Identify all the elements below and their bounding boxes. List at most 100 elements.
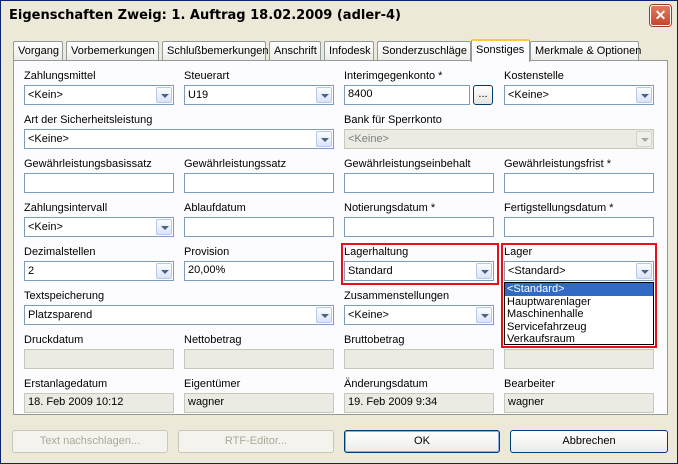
fertigstellungsdatum-label: Fertigstellungsdatum * bbox=[504, 202, 614, 214]
art-sicherheitsleistung-select[interactable]: <Keine> bbox=[24, 129, 334, 149]
zusammenstellungen-label: Zusammenstellungen bbox=[344, 290, 450, 302]
lager-option-maschinenhalle[interactable]: Maschinenhalle bbox=[505, 308, 653, 321]
interimgegenkonto-label: Interimgegenkonto * bbox=[344, 70, 443, 82]
rtf-editor-button: RTF-Editor... bbox=[178, 430, 334, 453]
art-sicherheitsleistung-value: <Keine> bbox=[28, 133, 69, 145]
lager-dropdown-list[interactable]: <Standard> Hauptwarenlager Maschinenhall… bbox=[504, 282, 654, 345]
chevron-down-icon[interactable] bbox=[156, 219, 172, 235]
kostenstelle-select[interactable]: <Keine> bbox=[504, 85, 654, 105]
textspeicherung-label: Textspeicherung bbox=[24, 290, 105, 302]
gewaehrleistungssatz-input[interactable] bbox=[184, 173, 334, 193]
bearbeiter-input: wagner bbox=[504, 393, 654, 413]
lager-label: Lager bbox=[504, 246, 533, 258]
bruttobetrag-input bbox=[344, 349, 494, 369]
aenderungsdatum-input: 19. Feb 2009 9:34 bbox=[344, 393, 494, 413]
tab-vorbemerkungen[interactable]: Vorbemerkungen bbox=[66, 41, 159, 61]
chevron-down-icon[interactable] bbox=[636, 263, 652, 279]
kostenstelle-label: Kostenstelle bbox=[504, 70, 564, 82]
gewaehrleistungseinbehalt-input[interactable] bbox=[344, 173, 494, 193]
dezimalstellen-value: 2 bbox=[28, 265, 35, 277]
text-nachschlagen-button: Text nachschlagen... bbox=[12, 430, 168, 453]
ok-button[interactable]: OK bbox=[344, 430, 500, 453]
abbrechen-button[interactable]: Abbrechen bbox=[510, 430, 668, 453]
ablaufdatum-label: Ablaufdatum bbox=[184, 202, 246, 214]
chevron-down-icon[interactable] bbox=[156, 263, 172, 279]
bank-sperrkonto-value: <Keine> bbox=[348, 133, 389, 145]
fertigstellungsdatum-input[interactable] bbox=[504, 217, 654, 237]
erstanlagedatum-input: 18. Feb 2009 10:12 bbox=[24, 393, 174, 413]
zahlungsmittel-value: <Kein> bbox=[28, 89, 63, 101]
gewaehrleistungssatz-label: Gewährleistungssatz bbox=[184, 158, 287, 170]
chevron-down-icon[interactable] bbox=[476, 307, 492, 323]
gewaehrleistungsbasissatz-label: Gewährleistungsbasissatz bbox=[24, 158, 152, 170]
gewaehrleistungsbasissatz-input[interactable] bbox=[24, 173, 174, 193]
kostenstelle-value: <Keine> bbox=[508, 89, 549, 101]
bank-sperrkonto-label: Bank für Sperrkonto bbox=[344, 114, 442, 126]
lager-extra-disabled-field bbox=[504, 349, 654, 369]
eigentuemer-label: Eigentümer bbox=[184, 378, 241, 390]
notierungsdatum-label: Notierungsdatum * bbox=[344, 202, 436, 214]
tab-merkmale-optionen[interactable]: Merkmale & Optionen bbox=[530, 41, 641, 61]
nettobetrag-label: Nettobetrag bbox=[184, 334, 242, 346]
art-sicherheitsleistung-label: Art der Sicherheitsleistung bbox=[24, 114, 153, 126]
gewaehrleistungseinbehalt-label: Gewährleistungseinbehalt bbox=[344, 158, 471, 170]
bank-sperrkonto-select: <Keine> bbox=[344, 129, 654, 149]
chevron-down-icon[interactable] bbox=[636, 87, 652, 103]
bearbeiter-label: Bearbeiter bbox=[504, 378, 555, 390]
properties-dialog: Eigenschaften Zweig: 1. Auftrag 18.02.20… bbox=[0, 0, 678, 464]
lager-value: <Standard> bbox=[508, 265, 566, 277]
lagerhaltung-label: Lagerhaltung bbox=[344, 246, 409, 258]
lager-option-hauptwarenlager[interactable]: Hauptwarenlager bbox=[505, 296, 653, 309]
lagerhaltung-select[interactable]: Standard bbox=[344, 261, 494, 281]
steuerart-label: Steuerart bbox=[184, 70, 230, 82]
bruttobetrag-label: Bruttobetrag bbox=[344, 334, 405, 346]
zahlungsintervall-label: Zahlungsintervall bbox=[24, 202, 108, 214]
tab-sonderzuschlaege[interactable]: Sonderzuschläge bbox=[377, 41, 471, 61]
chevron-down-icon bbox=[636, 131, 652, 147]
title-bar[interactable]: Eigenschaften Zweig: 1. Auftrag 18.02.20… bbox=[1, 1, 677, 31]
tab-anschrift[interactable]: Anschrift bbox=[269, 41, 321, 61]
chevron-down-icon[interactable] bbox=[316, 87, 332, 103]
druckdatum-input bbox=[24, 349, 174, 369]
gewaehrleistungsfrist-input[interactable] bbox=[504, 173, 654, 193]
tab-schlussbemerkungen[interactable]: Schlußbemerkungen bbox=[162, 41, 269, 61]
zahlungsmittel-select[interactable]: <Kein> bbox=[24, 85, 174, 105]
zahlungsintervall-value: <Kein> bbox=[28, 221, 63, 233]
lagerhaltung-value: Standard bbox=[348, 265, 393, 277]
window-title: Eigenschaften Zweig: 1. Auftrag 18.02.20… bbox=[9, 8, 401, 23]
steuerart-value: U19 bbox=[188, 89, 209, 101]
zahlungsmittel-label: Zahlungsmittel bbox=[24, 70, 96, 82]
lager-option-servicefahrzeug[interactable]: Servicefahrzeug bbox=[505, 321, 653, 334]
druckdatum-label: Druckdatum bbox=[24, 334, 84, 346]
steuerart-select[interactable]: U19 bbox=[184, 85, 334, 105]
chevron-down-icon[interactable] bbox=[476, 263, 492, 279]
chevron-down-icon[interactable] bbox=[316, 307, 332, 323]
dezimalstellen-label: Dezimalstellen bbox=[24, 246, 96, 258]
zahlungsintervall-select[interactable]: <Kein> bbox=[24, 217, 174, 237]
gewaehrleistungsfrist-label: Gewährleistungsfrist * bbox=[504, 158, 611, 170]
close-button[interactable]: ✕ bbox=[650, 5, 671, 26]
interimgegenkonto-input[interactable]: 8400 bbox=[344, 85, 470, 105]
provision-input[interactable]: 20,00% bbox=[184, 261, 334, 281]
chevron-down-icon[interactable] bbox=[156, 87, 172, 103]
textspeicherung-value: Platzsparend bbox=[28, 309, 93, 321]
lager-option-verkaufsraum[interactable]: Verkaufsraum bbox=[505, 333, 653, 346]
lager-option-standard[interactable]: <Standard> bbox=[505, 283, 653, 296]
provision-label: Provision bbox=[184, 246, 230, 258]
aenderungsdatum-label: Änderungsdatum bbox=[344, 378, 428, 390]
lager-select[interactable]: <Standard> bbox=[504, 261, 654, 281]
ablaufdatum-input[interactable] bbox=[184, 217, 334, 237]
textspeicherung-select[interactable]: Platzsparend bbox=[24, 305, 334, 325]
chevron-down-icon[interactable] bbox=[316, 131, 332, 147]
zusammenstellungen-value: <Keine> bbox=[348, 309, 389, 321]
tab-sonstiges[interactable]: Sonstiges bbox=[471, 39, 530, 62]
erstanlagedatum-label: Erstanlagedatum bbox=[24, 378, 108, 390]
notierungsdatum-input[interactable] bbox=[344, 217, 494, 237]
tab-infodesk[interactable]: Infodesk bbox=[324, 41, 374, 61]
tab-vorgang[interactable]: Vorgang bbox=[13, 41, 63, 61]
eigentuemer-input: wagner bbox=[184, 393, 334, 413]
dezimalstellen-select[interactable]: 2 bbox=[24, 261, 174, 281]
zusammenstellungen-select[interactable]: <Keine> bbox=[344, 305, 494, 325]
interimgegenkonto-browse-button[interactable]: ... bbox=[473, 85, 493, 105]
nettobetrag-input bbox=[184, 349, 334, 369]
